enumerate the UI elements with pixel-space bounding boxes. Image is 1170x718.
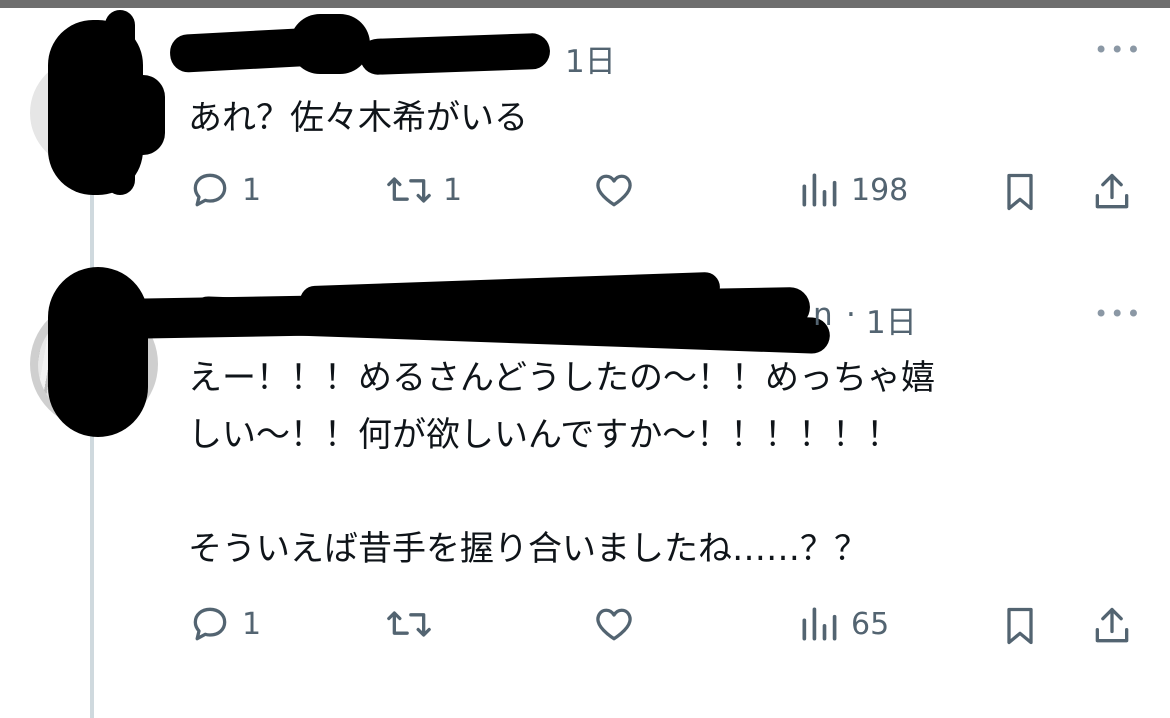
more-dots-icon[interactable]: ••• — [1094, 300, 1142, 328]
username-tail[interactable]: n — [813, 297, 833, 333]
tweet-text: あれ？佐々木希がいる — [188, 98, 528, 138]
retweet-button[interactable]: 1 — [385, 168, 462, 212]
tweet-actions: 1 1 198 — [0, 168, 1170, 218]
retweet-button[interactable] — [385, 602, 443, 646]
views-chart-icon — [802, 607, 837, 641]
retweet-icon — [387, 611, 431, 637]
tweet-text: えー！！！めるさんどうしたの〜！！めっちゃ嬉 しい〜！！何が欲しいんですか〜！！… — [188, 358, 935, 569]
view-count: 65 — [851, 606, 890, 642]
reply-count: 1 — [242, 172, 262, 208]
tweet-timestamp[interactable]: 1日 — [866, 297, 917, 342]
reply-bubble-icon — [193, 607, 227, 641]
bookmark-button[interactable] — [998, 168, 1042, 216]
separator-dot: · — [846, 297, 856, 333]
retweet-count: 1 — [443, 172, 463, 208]
redaction-mark — [290, 14, 370, 74]
tweet-1[interactable]: 1日 ••• あれ？佐々木希がいる 1 1 198 — [0, 0, 1170, 250]
share-upload-icon — [1095, 173, 1129, 209]
share-upload-icon — [1095, 607, 1129, 643]
like-button[interactable] — [590, 168, 648, 212]
reply-bubble-icon — [193, 173, 227, 207]
retweet-icon — [387, 177, 431, 203]
reply-button[interactable]: 1 — [188, 602, 261, 646]
redaction-mark — [120, 75, 165, 155]
bookmark-icon — [1007, 173, 1033, 211]
redaction-mark — [359, 32, 551, 76]
like-button[interactable] — [590, 602, 648, 646]
tweet-2[interactable]: n · 1日 ••• えー！！！めるさんどうしたの〜！！めっちゃ嬉 しい〜！！何… — [0, 255, 1170, 718]
share-button[interactable] — [1090, 168, 1134, 216]
heart-icon — [596, 174, 632, 207]
share-button[interactable] — [1090, 602, 1134, 650]
reply-button[interactable]: 1 — [188, 168, 261, 212]
heart-icon — [596, 608, 632, 641]
more-dots-icon[interactable]: ••• — [1094, 36, 1142, 64]
views-button[interactable]: 65 — [797, 602, 889, 646]
tweet-actions: 1 65 — [0, 602, 1170, 652]
reply-count: 1 — [242, 606, 262, 642]
views-chart-icon — [802, 173, 837, 207]
views-button[interactable]: 198 — [797, 168, 908, 212]
bookmark-icon — [1007, 607, 1033, 645]
view-count: 198 — [851, 172, 909, 208]
tweet-timestamp[interactable]: 1日 — [565, 36, 616, 81]
redaction-mark — [48, 267, 148, 437]
bookmark-button[interactable] — [998, 602, 1042, 650]
